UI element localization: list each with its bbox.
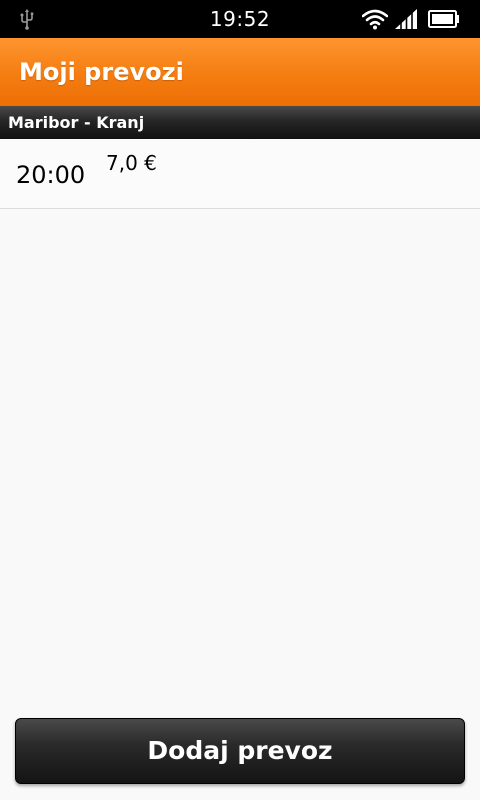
status-bar: 19:52 <box>0 0 480 38</box>
page-title: Moji prevozi <box>19 58 184 86</box>
action-bar: Moji prevozi <box>0 38 480 106</box>
signal-icon <box>395 8 417 30</box>
wifi-icon <box>362 9 388 30</box>
ride-price: 7,0 € <box>106 151 157 175</box>
ride-time: 20:00 <box>16 161 86 189</box>
add-ride-button[interactable]: Dodaj prevoz <box>15 718 465 784</box>
list-item[interactable]: 20:00 7,0 € <box>0 139 480 209</box>
add-ride-button-label: Dodaj prevoz <box>147 736 333 765</box>
route-title: Maribor - Kranj <box>8 113 145 132</box>
battery-icon <box>428 10 459 28</box>
app-screen: 19:52 Moji prevozi Maribor - Kranj 20:00… <box>0 0 480 800</box>
section-header: Maribor - Kranj <box>0 106 480 139</box>
